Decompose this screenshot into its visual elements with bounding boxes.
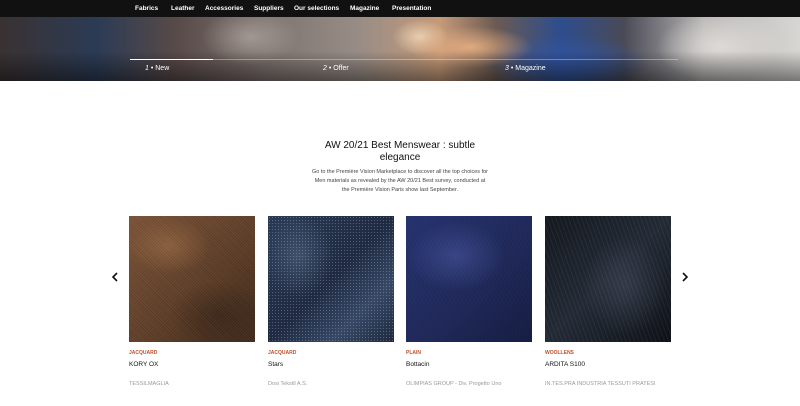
section-title: AW 20/21 Best Menswear : subtle elegance [324,140,476,163]
hero-tab-new[interactable]: 1 • New [145,65,169,72]
product-supplier[interactable]: TESSILMAGLIA [129,381,169,387]
nav-item-fabrics[interactable]: Fabrics [135,0,158,17]
product-category: JACQUARD [268,350,297,356]
product-image[interactable] [545,216,671,342]
product-card[interactable]: WOOLLENS ARDITA S100 IN.TES.PRA INDUSTRI… [545,216,671,406]
product-image[interactable] [129,216,255,342]
chevron-left-icon [111,272,118,282]
section-intro: Go to the Première Vision Marketplace to… [312,169,488,193]
product-card[interactable]: JACQUARD KORY OX TESSILMAGLIA [129,216,255,406]
product-card[interactable]: PLAIN Bottacin OLIMPIAS GROUP - Div. Pro… [406,216,532,406]
hero-tab-offer[interactable]: 2 • Offer [323,65,349,72]
product-image[interactable] [406,216,532,342]
product-category: PLAIN [406,350,421,356]
product-supplier[interactable]: IN.TES.PRA INDUSTRIA TESSUTI PRATESI [545,381,655,387]
product-category: WOOLLENS [545,350,574,356]
hero-banner: 1 • New 2 • Offer 3 • Magazine [0,17,800,81]
product-card[interactable]: JACQUARD Stars Dosi Tekstil A.S. [268,216,394,406]
product-image[interactable] [268,216,394,342]
product-supplier[interactable]: OLIMPIAS GROUP - Div. Progetto Uno [406,381,501,387]
nav-item-accessories[interactable]: Accessories [205,0,243,17]
hero-slide-progress [130,59,678,60]
hero-tab-number: 2 [323,65,327,72]
product-name[interactable]: ARDITA S100 [545,361,585,368]
hero-tab-magazine[interactable]: 3 • Magazine [505,65,546,72]
product-category: JACQUARD [129,350,158,356]
chevron-right-icon [682,272,689,282]
hero-tab-number: 1 [145,65,149,72]
nav-item-magazine[interactable]: Magazine [350,0,379,17]
product-name[interactable]: KORY OX [129,361,158,368]
hero-shade [0,51,800,81]
hero-slide-progress-active [130,59,213,60]
nav-item-presentation[interactable]: Presentation [392,0,431,17]
hero-tab-label: Offer [333,65,349,72]
product-supplier[interactable]: Dosi Tekstil A.S. [268,381,307,387]
product-name[interactable]: Stars [268,361,283,368]
hero-tab-label: Magazine [515,65,546,72]
nav-item-our-selections[interactable]: Our selections [294,0,339,17]
top-navigation: Fabrics Leather Accessories Suppliers Ou… [0,0,800,17]
carousel-prev-button[interactable] [108,270,122,286]
hero-tab-number: 3 [505,65,509,72]
nav-item-suppliers[interactable]: Suppliers [254,0,284,17]
nav-item-leather[interactable]: Leather [171,0,194,17]
hero-tab-label: New [155,65,170,72]
product-name[interactable]: Bottacin [406,361,430,368]
carousel-next-button[interactable] [678,270,692,286]
